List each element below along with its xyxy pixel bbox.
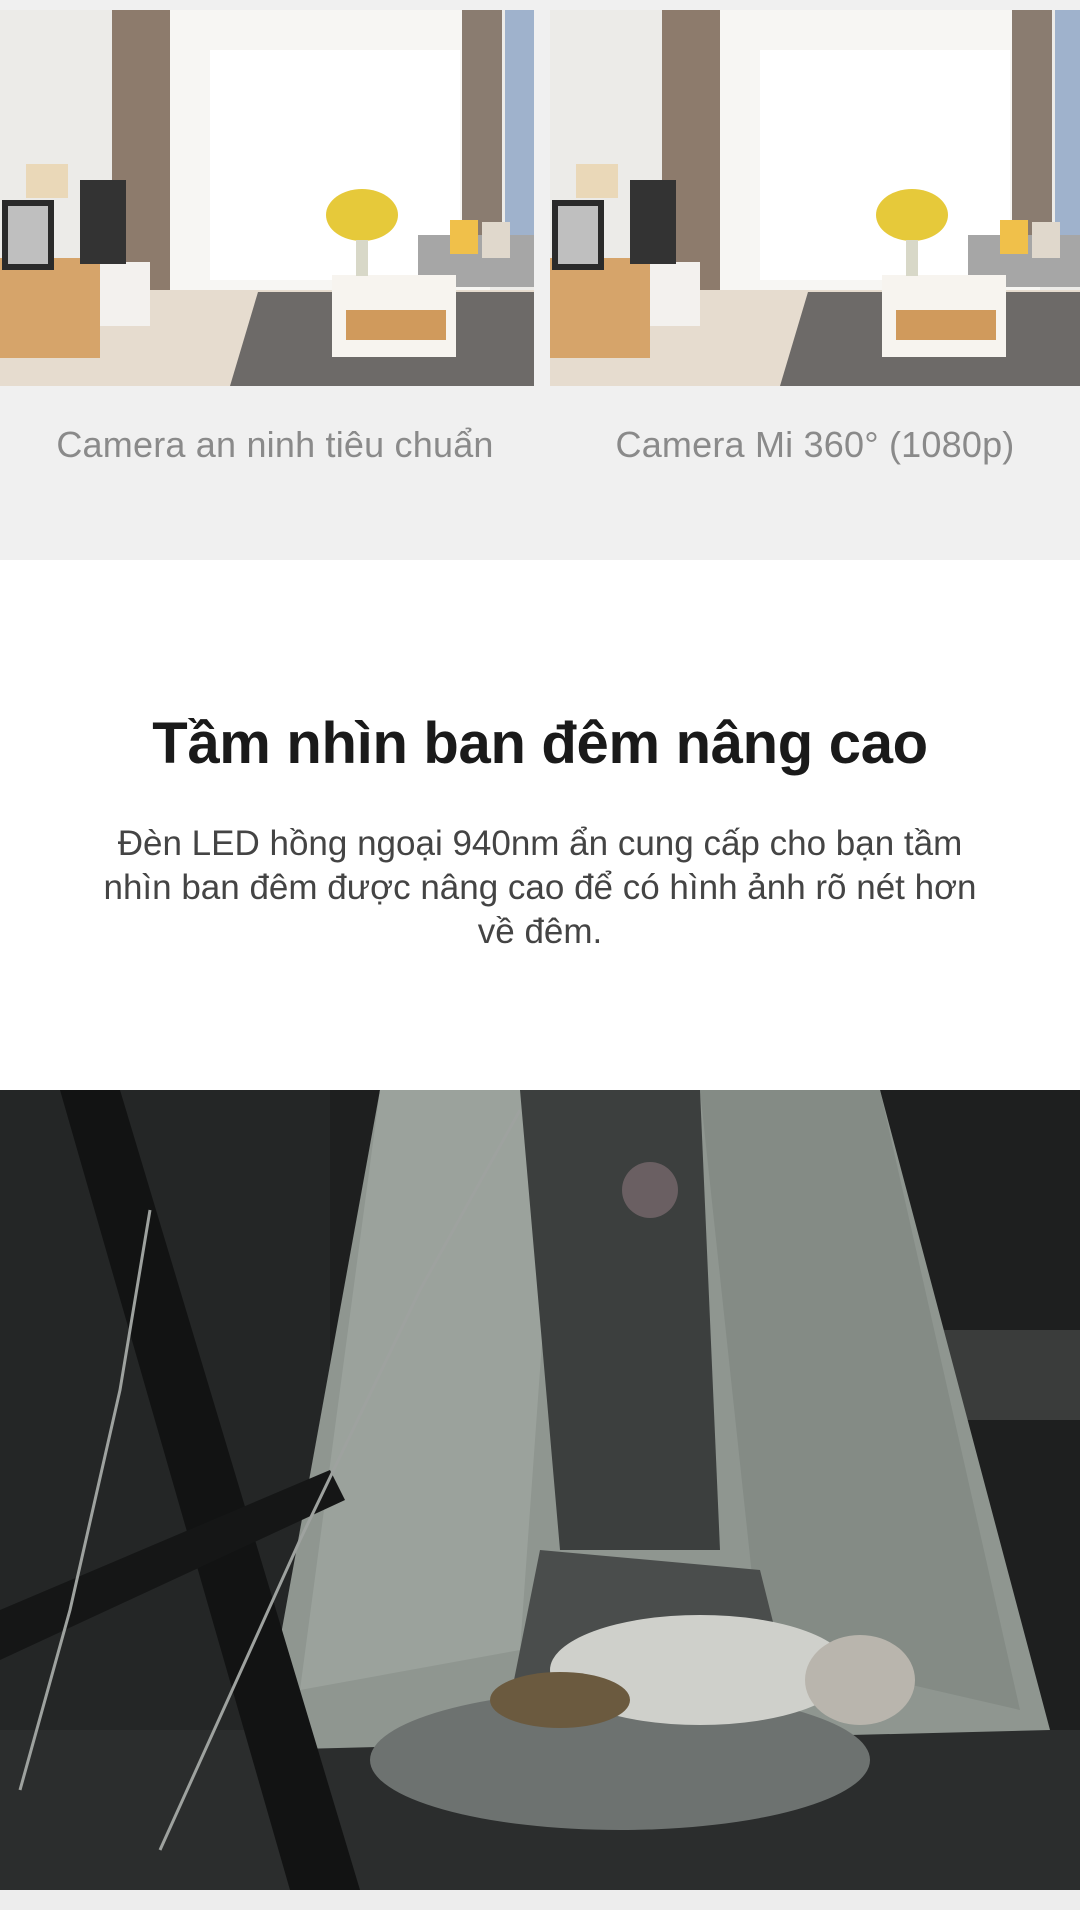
standard-camera-caption: Camera an ninh tiêu chuẩn xyxy=(56,424,494,465)
feature-description: Đèn LED hồng ngoại 940nm ẩn cung cấp cho… xyxy=(103,824,977,951)
feature-title: Tầm nhìn ban đêm nâng cao xyxy=(152,711,928,776)
standard-camera-photo xyxy=(0,10,534,386)
bottom-divider xyxy=(0,1890,1080,1910)
night-vision-feature: Tầm nhìn ban đêm nâng cao Đèn LED hồng n… xyxy=(0,560,1080,1090)
camera-comparison-section: Camera an ninh tiêu chuẩn Camera Mi 360°… xyxy=(0,0,1080,560)
mi-360-camera-photo xyxy=(550,10,1080,386)
mi-360-camera-caption: Camera Mi 360° (1080p) xyxy=(615,424,1015,465)
night-vision-photo xyxy=(0,1090,1080,1890)
